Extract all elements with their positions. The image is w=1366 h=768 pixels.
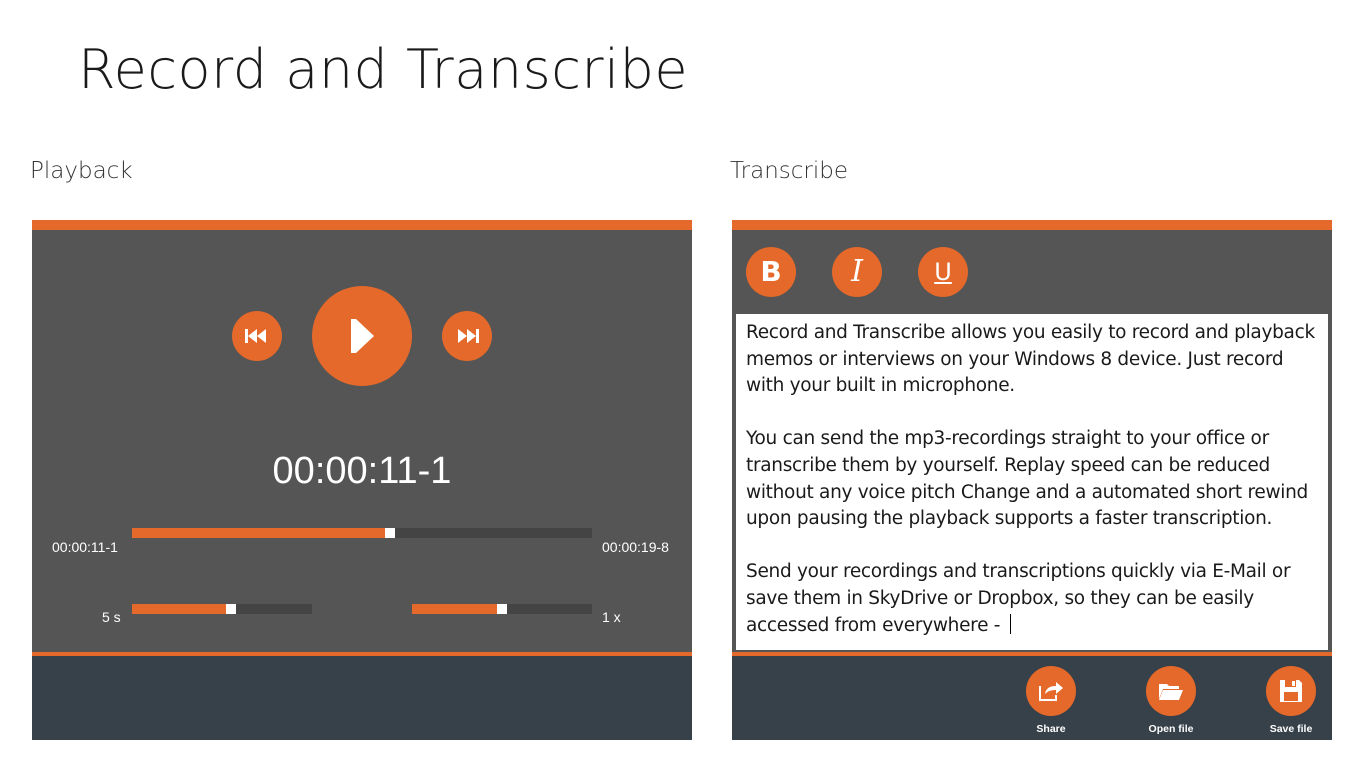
save-icon [1280, 680, 1302, 702]
share-label: Share [1036, 723, 1066, 735]
underline-button[interactable]: U [918, 247, 968, 297]
panel-top-accent [732, 220, 1332, 230]
play-icon [351, 319, 374, 353]
position-fill [132, 528, 390, 538]
total-time: 00:00:19-8 [602, 539, 669, 555]
play-button[interactable] [312, 286, 412, 386]
rewind-slider[interactable] [132, 604, 312, 614]
elapsed-time: 00:00:11-1 [52, 539, 118, 555]
position-thumb[interactable] [385, 528, 395, 538]
transcription-text: Record and Transcribe allows you easily … [746, 322, 1315, 636]
bold-button[interactable]: B [746, 247, 796, 297]
skip-forward-icon [458, 329, 479, 343]
open-file-button[interactable]: Open file [1131, 666, 1211, 735]
panel-top-accent [32, 220, 692, 230]
italic-icon: I [851, 254, 863, 289]
previous-button[interactable] [232, 311, 282, 361]
open-file-label: Open file [1148, 723, 1194, 735]
transcribe-panel: B I U Record and Transcribe allows you e… [732, 220, 1332, 740]
bold-icon: B [760, 255, 782, 288]
skip-back-icon [245, 329, 266, 343]
rewind-fill [132, 604, 231, 614]
underline-icon: U [934, 258, 952, 286]
playback-footer [32, 656, 692, 740]
speed-slider[interactable] [412, 604, 592, 614]
rewind-amount-label: 5 s [102, 609, 121, 625]
speed-label: 1 x [602, 609, 621, 625]
next-button[interactable] [442, 311, 492, 361]
save-file-button[interactable]: Save file [1251, 666, 1331, 735]
folder-open-icon [1159, 684, 1183, 700]
app-title: Record and Transcribe [78, 38, 689, 101]
speed-fill [412, 604, 502, 614]
position-slider[interactable] [132, 528, 592, 538]
playback-heading: Playback [30, 158, 133, 184]
share-button[interactable]: Share [1011, 666, 1091, 735]
transcribe-heading: Transcribe [730, 158, 849, 184]
transcription-editor[interactable]: Record and Transcribe allows you easily … [736, 314, 1328, 650]
current-time-display: 00:00:11-1 [272, 450, 452, 492]
save-file-label: Save file [1269, 723, 1313, 735]
text-caret [1009, 613, 1011, 634]
speed-thumb[interactable] [497, 604, 507, 614]
rewind-thumb[interactable] [226, 604, 236, 614]
share-icon [1039, 682, 1063, 701]
transcribe-footer: Share Open file Save file [732, 656, 1332, 740]
italic-button[interactable]: I [832, 247, 882, 297]
playback-panel: 00:00:11-1 00:00:11-1 00:00:19-8 5 s 1 x [32, 220, 692, 740]
